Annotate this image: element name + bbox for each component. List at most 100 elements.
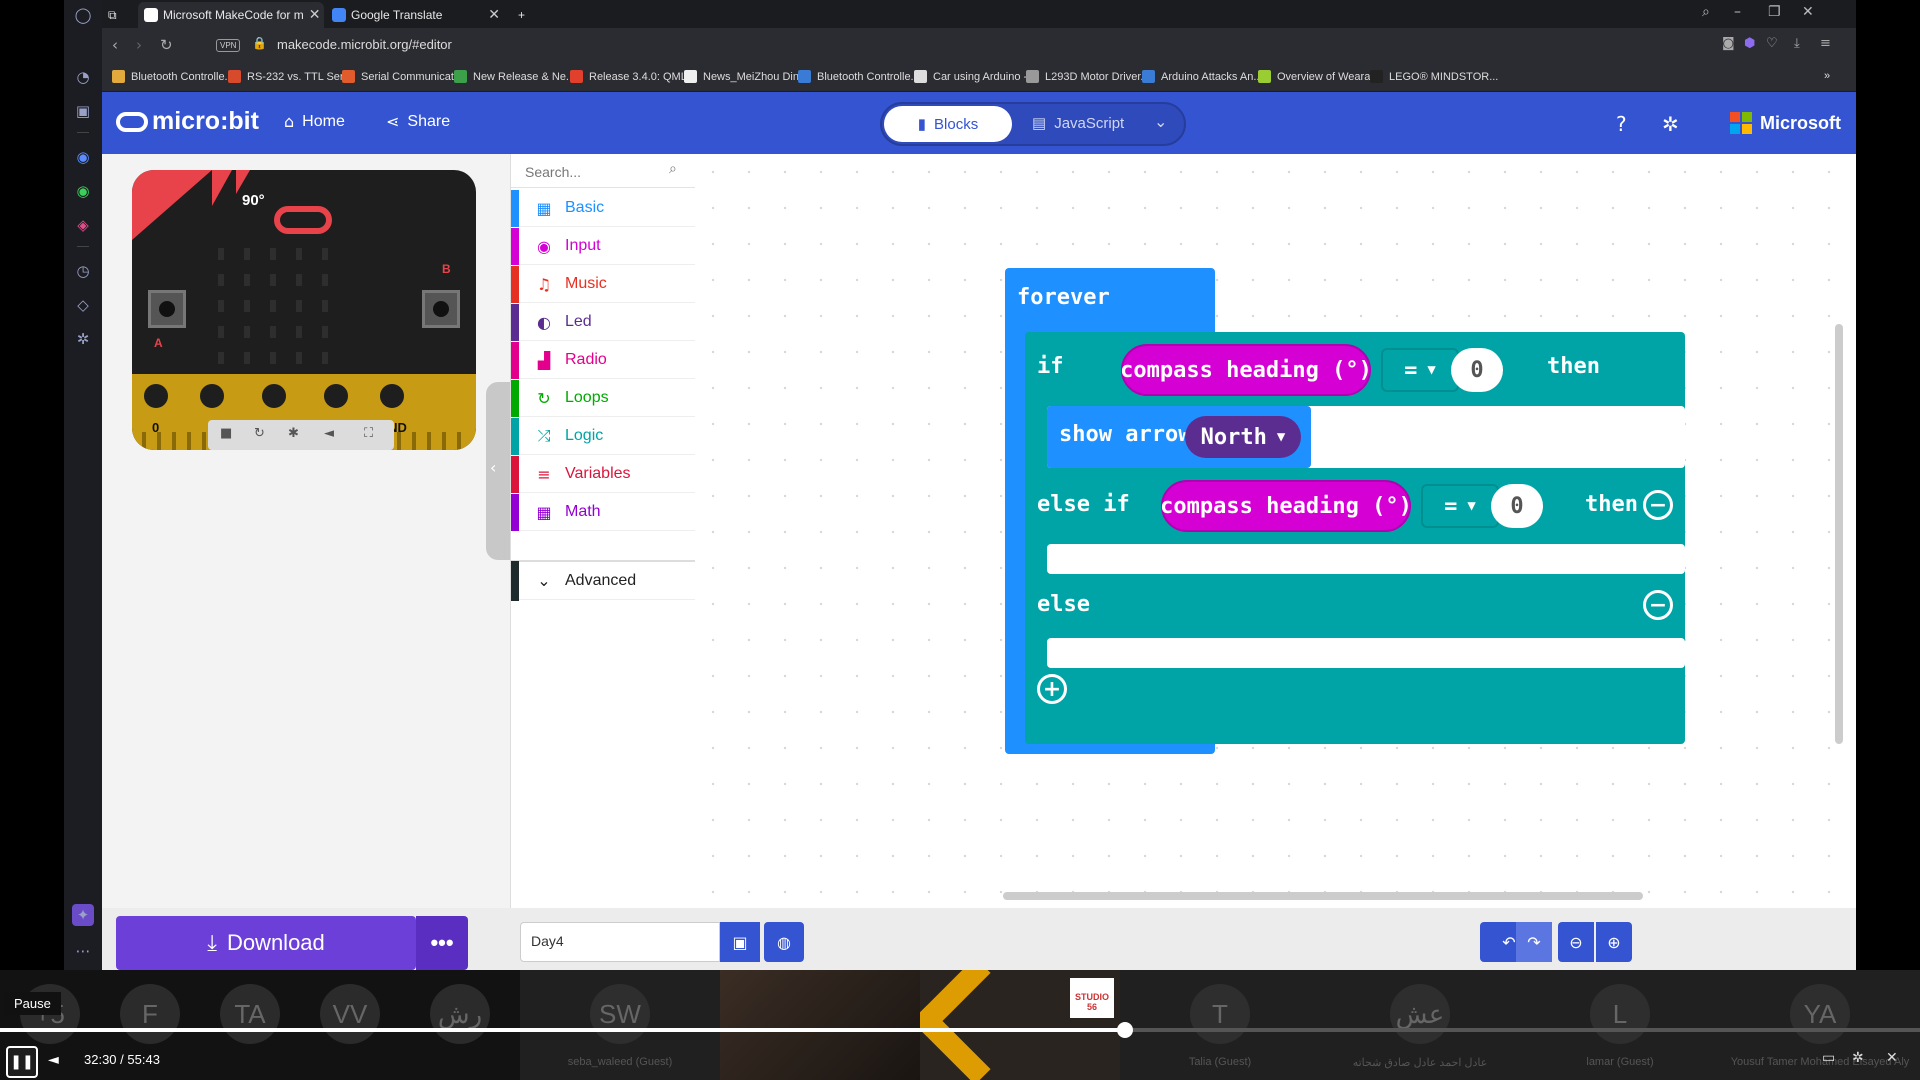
bookmark-item[interactable]: Car using Arduino -... <box>914 70 1036 83</box>
zoom-in-icon[interactable]: ⊕ <box>1596 922 1632 962</box>
toolbox-math[interactable]: ▦ Math <box>511 493 696 531</box>
menu-icon[interactable]: ≡ <box>1820 36 1831 51</box>
pin-1[interactable] <box>196 380 228 412</box>
bookmark-item[interactable]: Overview of Weara... <box>1258 70 1380 83</box>
toolbox-loops[interactable]: ↻ Loops <box>511 379 696 417</box>
debug-icon[interactable]: ✱ <box>288 426 299 441</box>
mute-icon[interactable]: ◄ <box>324 426 334 441</box>
search-tabs-icon[interactable]: ⌕ <box>1702 4 1710 20</box>
pin-2[interactable] <box>258 380 290 412</box>
bookmark-item[interactable]: News_MeiZhou Din... <box>684 70 808 83</box>
new-tab-icon[interactable]: + <box>512 2 531 28</box>
settings-gear-icon[interactable]: ✲ <box>1852 1050 1864 1066</box>
toolbox-input[interactable]: ◉ Input <box>511 227 696 265</box>
opera-icon[interactable]: ◯ <box>72 4 94 26</box>
tab-google-translate[interactable]: Google Translate ✕ <box>326 2 506 28</box>
microsoft-logo[interactable]: Microsoft <box>1730 112 1841 134</box>
stop-icon[interactable]: ■ <box>220 426 232 441</box>
fullscreen-icon[interactable]: ⛶ <box>364 426 373 441</box>
tab-menu-icon[interactable]: ⧉ <box>102 2 132 28</box>
bag-icon[interactable]: ▣ <box>72 100 94 122</box>
camera-icon[interactable]: ◙ <box>1722 36 1735 51</box>
number-input-2[interactable]: 0 <box>1491 484 1543 528</box>
bookmark-item[interactable]: Arduino Attacks An... <box>1142 70 1263 83</box>
search-input[interactable]: Search... ⌕ <box>511 154 696 188</box>
history-icon[interactable]: ◷ <box>72 260 94 282</box>
toolbox-variables[interactable]: ≡ Variables <box>511 455 696 493</box>
pin-gnd[interactable] <box>376 380 408 412</box>
minimize-icon[interactable]: – <box>1734 4 1741 20</box>
more-icon[interactable]: ⋯ <box>72 940 94 962</box>
captions-icon[interactable]: ▭ <box>1822 1050 1835 1066</box>
zoom-out-icon[interactable]: ⊖ <box>1558 922 1594 962</box>
forward-icon[interactable]: › <box>136 36 142 54</box>
bookmark-item[interactable]: New Release & Ne... <box>454 70 575 83</box>
heart-icon[interactable]: ♡ <box>1766 36 1778 51</box>
pause-button[interactable]: ❚❚ <box>6 1046 38 1078</box>
restart-icon[interactable]: ↻ <box>254 426 265 441</box>
toolbox-logic[interactable]: ⤮ Logic <box>511 417 696 455</box>
bookmark-item[interactable]: Release 3.4.0: QML... <box>570 70 696 83</box>
pin-3v[interactable] <box>320 380 352 412</box>
vertical-scrollbar[interactable] <box>1835 324 1843 744</box>
microbit-logo[interactable]: micro:bit <box>116 107 259 136</box>
compare-operator-dropdown-2[interactable]: = ▼ <box>1421 484 1499 528</box>
arrow-direction-dropdown[interactable]: North ▼ <box>1185 416 1301 458</box>
close-window-icon[interactable]: ✕ <box>1802 4 1814 20</box>
cube-icon[interactable]: ◇ <box>72 294 94 316</box>
toolbox-radio[interactable]: ▟ Radio <box>511 341 696 379</box>
speed-dial-icon[interactable]: ◔ <box>72 66 94 88</box>
project-name-input[interactable]: Day4 <box>520 922 720 962</box>
download-button[interactable]: ⤓ Download <box>116 916 416 970</box>
pin-0[interactable] <box>140 380 172 412</box>
close-tab-icon[interactable]: ✕ <box>488 7 500 23</box>
instagram-icon[interactable]: ◈ <box>72 214 94 236</box>
bookmark-item[interactable]: Serial Communicati... <box>342 70 466 83</box>
tab-makecode[interactable]: Microsoft MakeCode for m ✕ <box>138 2 324 28</box>
download-more-button[interactable]: ••• <box>416 916 468 970</box>
share-button[interactable]: ⋖ Share <box>386 112 450 131</box>
settings-icon[interactable]: ✲ <box>72 328 94 350</box>
video-progress-bar[interactable] <box>0 1022 1920 1038</box>
chevron-down-icon[interactable]: ⌄ <box>1154 112 1167 131</box>
extension-icon[interactable]: ✦ <box>72 904 94 926</box>
microbit-simulator[interactable]: 90° A B 0123VGND <box>132 170 476 450</box>
blocks-tab[interactable]: ▮ Blocks <box>884 106 1012 142</box>
bookmark-item[interactable]: RS-232 vs. TTL Seri... <box>228 70 355 83</box>
button-a[interactable] <box>148 290 186 328</box>
github-icon[interactable]: ◍ <box>764 922 804 962</box>
bookmark-item[interactable]: LEGO® MINDSTOR... <box>1370 70 1498 83</box>
vpn-badge[interactable]: VPN <box>216 39 241 52</box>
remove-elseif-icon[interactable]: − <box>1643 490 1673 520</box>
toolbox-basic[interactable]: ▦ Basic <box>511 189 696 227</box>
blocks-workspace[interactable]: forever if compass heading (°) = ▼ 0 then… <box>695 154 1856 908</box>
bookmark-item[interactable]: Bluetooth Controlle... <box>798 70 920 83</box>
reload-icon[interactable]: ↻ <box>160 36 173 54</box>
compare-operator-dropdown[interactable]: = ▼ <box>1381 348 1459 392</box>
compass-heading-block[interactable]: compass heading (°) <box>1120 344 1372 396</box>
close-tab-icon[interactable]: ✕ <box>309 7 321 23</box>
toolbox-advanced[interactable]: ⌄ Advanced <box>511 560 696 601</box>
horizontal-scrollbar[interactable] <box>1003 892 1643 900</box>
button-b[interactable] <box>422 290 460 328</box>
save-icon[interactable]: ▣ <box>720 922 760 962</box>
bookmark-item[interactable]: Bluetooth Controlle... <box>112 70 234 83</box>
volume-icon[interactable]: ◄ <box>48 1052 59 1068</box>
gear-icon[interactable]: ✲ <box>1662 112 1679 136</box>
pin-icon[interactable]: ✕ <box>1886 1050 1898 1066</box>
url-input[interactable]: makecode.microbit.org/#editor <box>277 37 452 52</box>
bookmarks-overflow-icon[interactable]: » <box>1824 70 1830 82</box>
remove-else-icon[interactable]: − <box>1643 590 1673 620</box>
download-icon[interactable]: ⤓ <box>1794 36 1800 51</box>
javascript-tab[interactable]: ▤ JavaScript <box>1032 114 1124 133</box>
shield-icon[interactable]: ⬢ <box>1744 36 1755 51</box>
progress-knob[interactable] <box>1116 1022 1133 1038</box>
bookmark-item[interactable]: L293D Motor Driver... <box>1026 70 1150 83</box>
back-icon[interactable]: ‹ <box>112 36 118 54</box>
number-input[interactable]: 0 <box>1451 348 1503 392</box>
help-icon[interactable]: ? <box>1616 112 1627 136</box>
redo-icon[interactable]: ↷ <box>1516 922 1552 962</box>
add-branch-icon[interactable]: + <box>1037 674 1067 704</box>
collapse-simulator-handle[interactable]: ‹ <box>486 382 510 560</box>
whatsapp-icon[interactable]: ◉ <box>72 180 94 202</box>
